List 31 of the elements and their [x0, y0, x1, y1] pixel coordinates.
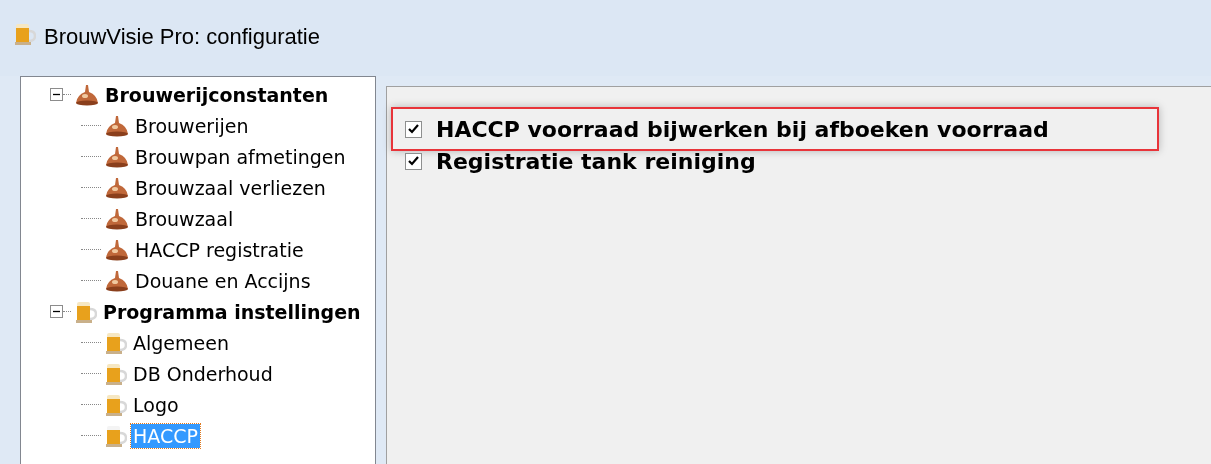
kettle-icon: [75, 83, 99, 106]
tree-item[interactable]: HACCP registratie: [133, 237, 306, 262]
checkbox[interactable]: [405, 152, 422, 170]
kettle-icon: [105, 269, 129, 292]
kettle-icon: [105, 238, 129, 261]
beer-mug-icon: [14, 22, 36, 46]
tree-item[interactable]: Brouwerijen: [133, 113, 251, 138]
kettle-icon: [105, 207, 129, 230]
checkbox[interactable]: [405, 120, 422, 138]
tree-item[interactable]: Brouwzaal verliezen: [133, 175, 328, 200]
beer-mug-icon: [105, 423, 127, 448]
kettle-icon: [105, 145, 129, 168]
collapse-toggle[interactable]: [50, 305, 63, 318]
beer-mug-icon: [105, 392, 127, 417]
kettle-icon: [105, 176, 129, 199]
checkbox-label: Registratie tank reiniging: [436, 147, 756, 176]
window-title: BrouwVisie Pro: configuratie: [44, 23, 320, 51]
checkbox-label: HACCP voorraad bijwerken bij afboeken voorraad: [436, 115, 1049, 144]
beer-mug-icon: [105, 361, 127, 386]
tree-item[interactable]: Algemeen: [131, 330, 231, 355]
tree-item[interactable]: DB Onderhoud: [131, 361, 275, 386]
tree-item[interactable]: Brouwzaal: [133, 206, 236, 231]
beer-mug-icon: [75, 299, 97, 324]
tree-item[interactable]: Brouwerijconstanten: [103, 82, 331, 107]
tree-item[interactable]: Logo: [131, 392, 181, 417]
tree-item[interactable]: Douane en Accijns: [133, 268, 313, 293]
collapse-toggle[interactable]: [50, 88, 63, 101]
beer-mug-icon: [105, 330, 127, 355]
tree-item[interactable]: Programma instellingen: [101, 299, 363, 324]
kettle-icon: [105, 114, 129, 137]
tree-item[interactable]: Brouwpan afmetingen: [133, 144, 348, 169]
